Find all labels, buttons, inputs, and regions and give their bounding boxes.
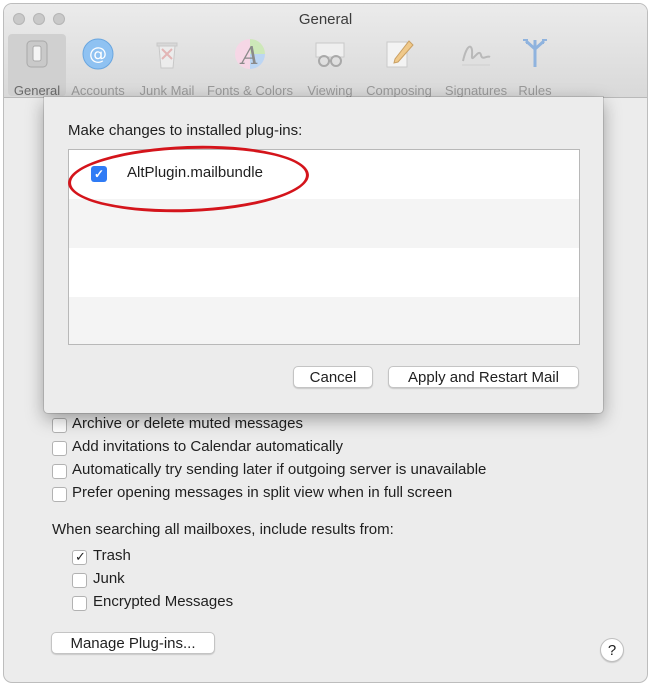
tab-signatures-label: Signatures [444,83,508,98]
search-encrypted-label: Encrypted Messages [93,593,234,610]
tab-fonts-colors-label: Fonts & Colors [207,83,293,98]
pencil-paper-icon [382,37,416,71]
cancel-button[interactable]: Cancel [293,366,373,388]
tab-rules-label: Rules [518,83,552,98]
tab-viewing[interactable]: Viewing [303,34,357,98]
svg-text:A: A [239,42,258,70]
search-include-heading: When searching all mailboxes, include re… [52,521,394,538]
search-junk-checkbox[interactable] [72,573,87,588]
option-checkbox[interactable] [52,487,67,502]
font-color-wheel-icon: A [233,37,267,71]
tab-general[interactable]: General [8,34,66,98]
trash-bin-icon [150,37,184,71]
preferences-toolbar: General @ Accounts Junk Mail A Fonts & C… [4,34,647,98]
option-label: Prefer opening messages in split view wh… [72,484,453,501]
tab-fonts-colors[interactable]: A Fonts & Colors [202,34,298,98]
list-item [69,248,579,297]
at-sign-icon: @ [81,37,115,71]
tab-composing-label: Composing [366,83,432,98]
rules-arrows-icon [518,37,552,71]
search-encrypted-checkbox[interactable] [72,596,87,611]
search-trash-checkbox[interactable] [72,549,87,565]
signature-icon [459,37,493,71]
list-item [69,297,579,344]
option-label: Archive or delete muted messages [72,415,303,432]
tab-general-label: General [13,83,61,98]
option-label: Add invitations to Calendar automaticall… [72,438,343,455]
mail-preferences-window: General General @ Accounts Junk Mail A F… [4,4,647,682]
tab-rules[interactable]: Rules [516,34,554,98]
tab-viewing-label: Viewing [307,83,353,98]
apply-restart-button[interactable]: Apply and Restart Mail [388,366,579,388]
title-bar: General General @ Accounts Junk Mail A F… [4,4,647,98]
option-label: Automatically try sending later if outgo… [72,461,487,478]
manage-plugins-button[interactable]: Manage Plug-ins... [51,632,215,654]
switch-icon [20,37,54,71]
sheet-heading: Make changes to installed plug-ins: [68,122,303,139]
help-button[interactable]: ? [600,638,624,662]
search-junk-label: Junk [93,570,125,587]
svg-text:@: @ [89,44,107,65]
search-trash-label: Trash [93,547,131,564]
tab-signatures[interactable]: Signatures [440,34,512,98]
tab-accounts[interactable]: @ Accounts [68,34,128,98]
option-checkbox[interactable] [52,418,67,433]
option-checkbox[interactable] [52,464,67,479]
tab-junk-mail-label: Junk Mail [139,83,195,98]
tab-composing[interactable]: Composing [362,34,436,98]
plugins-sheet: Make changes to installed plug-ins: ✓ Al… [44,97,603,413]
tab-junk-mail[interactable]: Junk Mail [135,34,199,98]
window-title: General [298,11,353,28]
glasses-icon [313,37,347,71]
option-checkbox[interactable] [52,441,67,456]
tab-accounts-label: Accounts [71,83,125,98]
